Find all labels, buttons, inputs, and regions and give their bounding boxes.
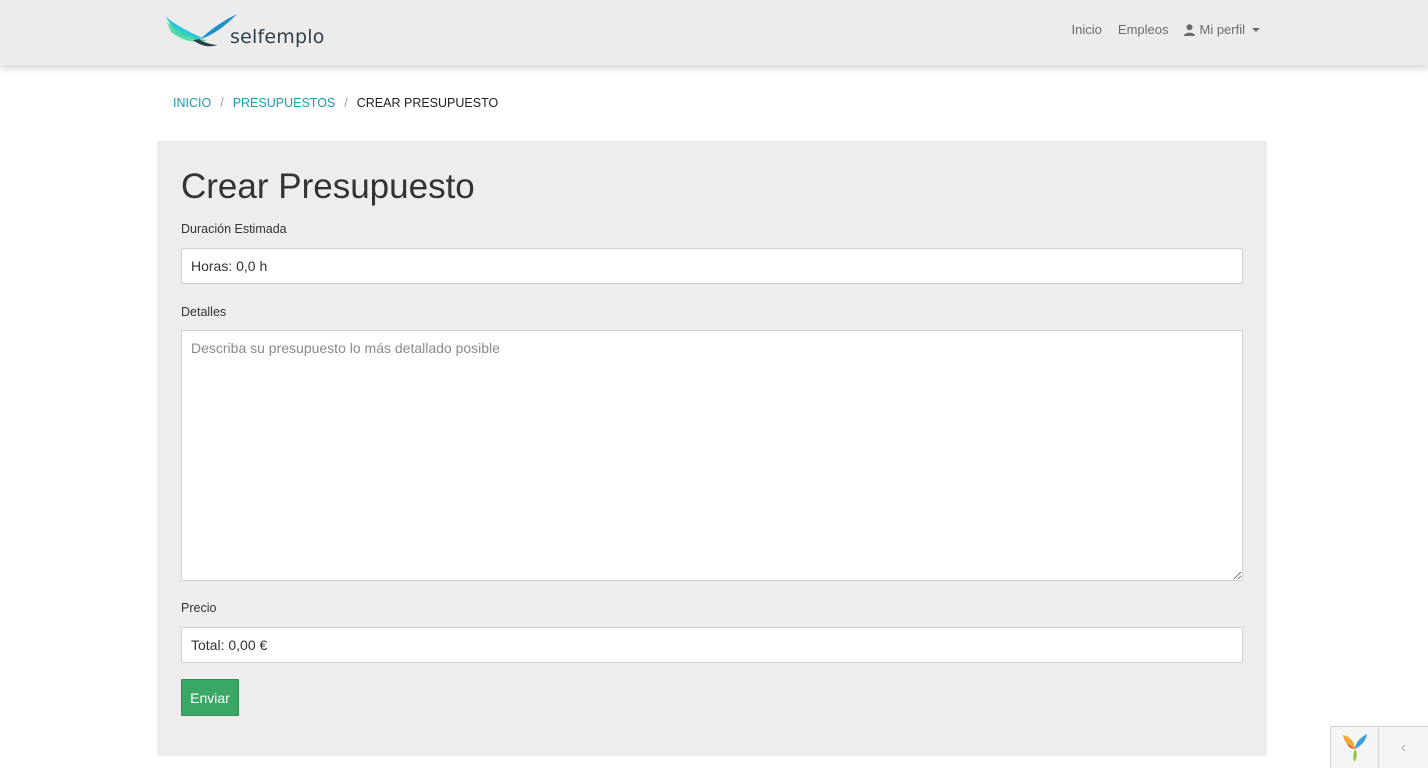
debug-toolbar: ‹ [1330,726,1428,768]
breadcrumb-separator: / [344,96,348,110]
nav-link-empleos[interactable]: Empleos [1118,22,1169,37]
form-panel: Crear Presupuesto Duración Estimada Deta… [157,141,1267,756]
price-label: Precio [181,601,217,615]
nav-links: Inicio Empleos Mi perfil [1072,22,1260,37]
price-field[interactable] [181,627,1243,663]
user-icon [1184,23,1196,36]
submit-button[interactable]: Enviar [181,679,239,716]
breadcrumb-presupuestos[interactable]: Presupuestos [233,96,336,110]
duration-field[interactable] [181,248,1243,284]
details-label: Detalles [181,305,227,319]
breadcrumb-inicio[interactable]: Inicio [173,96,211,110]
breadcrumb: Inicio / Presupuestos / Crear Presupuest… [173,96,498,110]
page-title: Crear Presupuesto [181,167,475,206]
brand-name: selfemplo [230,26,325,48]
caret-down-icon [1252,28,1260,32]
chevron-left-icon[interactable]: ‹ [1379,727,1428,768]
brand-logo-link[interactable]: selfemplo [163,12,325,54]
duration-label: Duración Estimada [181,222,287,236]
yii-logo-icon[interactable] [1331,727,1379,768]
nav-link-inicio[interactable]: Inicio [1072,22,1102,37]
details-textarea[interactable] [181,330,1243,581]
breadcrumb-current: Crear Presupuesto [356,96,499,110]
profile-label: Mi perfil [1199,22,1245,37]
breadcrumb-separator: / [220,96,224,110]
profile-dropdown[interactable]: Mi perfil [1184,22,1260,37]
navbar: selfemplo Inicio Empleos Mi perfil [0,0,1428,65]
